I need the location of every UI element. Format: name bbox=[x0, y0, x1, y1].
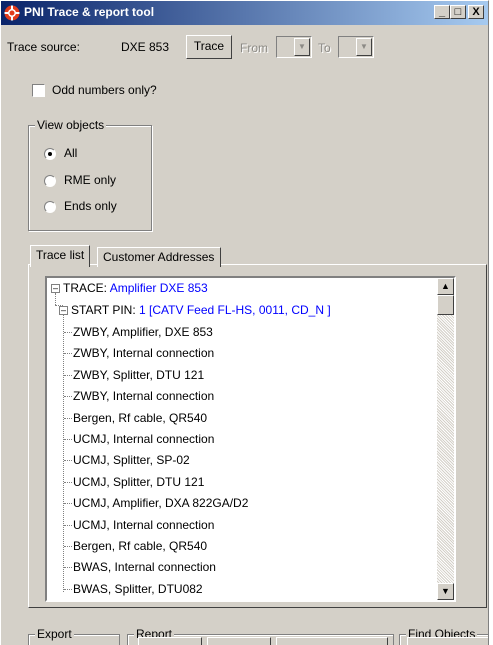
from-dropdown-icon[interactable]: ▼ bbox=[294, 38, 310, 56]
tab-customer-addresses[interactable]: Customer Addresses bbox=[97, 247, 221, 267]
trace-source-label: Trace source: bbox=[7, 40, 80, 54]
tree-root-prefix: TRACE: bbox=[63, 281, 108, 295]
title-bar[interactable]: PNI Trace & report tool _ □ X bbox=[1, 1, 488, 25]
tree-item[interactable]: UCMJ, Internal connection bbox=[73, 516, 214, 534]
tree-item[interactable]: UCMJ, Splitter, DTU 121 bbox=[73, 473, 204, 491]
tree-line bbox=[64, 332, 72, 333]
tree-line bbox=[64, 460, 72, 462]
tree-line bbox=[64, 524, 72, 526]
export-group: Export bbox=[28, 627, 120, 645]
from-select[interactable]: ▼ bbox=[276, 36, 312, 58]
radio-rme-only-label: RME only bbox=[64, 173, 117, 187]
radio-selected-dot-icon bbox=[48, 152, 52, 156]
tree-line bbox=[64, 503, 72, 505]
trace-source-value: DXE 853 bbox=[121, 40, 170, 54]
tree-line bbox=[64, 439, 72, 440]
tab-trace-list[interactable]: Trace list bbox=[30, 245, 91, 267]
tree-line bbox=[64, 546, 72, 547]
tree-start-pin-value: 1 [CATV Feed FL-HS, 0011, CD_N ] bbox=[139, 303, 331, 317]
tree-item[interactable]: ZWBY, Internal connection bbox=[73, 387, 214, 405]
scroll-thumb[interactable] bbox=[437, 295, 454, 315]
tree-item[interactable]: BWAS, Splitter, DTU082 bbox=[73, 580, 203, 598]
tree-item[interactable]: UCMJ, Splitter, SP-02 bbox=[73, 451, 190, 469]
tab-trace-list-label: Trace list bbox=[36, 248, 85, 262]
tree-line bbox=[63, 315, 64, 592]
maximize-button[interactable]: □ bbox=[450, 5, 466, 19]
tree-item[interactable]: UCMJ, Amplifier, DXA 822GA/D2 bbox=[73, 494, 248, 512]
minimize-button[interactable]: _ bbox=[434, 5, 450, 19]
tree-line bbox=[64, 353, 72, 355]
tree-item[interactable]: Bergen, Rf cable, QR540 bbox=[73, 537, 207, 555]
view-objects-title: View objects bbox=[35, 118, 107, 132]
scroll-down-icon[interactable]: ▼ bbox=[437, 583, 454, 600]
maximize-icon: □ bbox=[454, 6, 462, 18]
trace-button[interactable]: Trace bbox=[186, 35, 232, 59]
tree-root[interactable]: TRACE: Amplifier DXE 853 bbox=[63, 279, 208, 297]
to-label: To bbox=[318, 41, 331, 55]
collapse-start-pin-icon[interactable]: – bbox=[59, 306, 68, 315]
tree-item[interactable]: BWAS, Internal connection bbox=[73, 558, 216, 576]
radio-ends-only-label: Ends only bbox=[64, 199, 117, 213]
radio-rme-only[interactable] bbox=[44, 175, 56, 187]
export-title: Export bbox=[35, 627, 74, 641]
tree-start-pin[interactable]: START PIN: 1 [CATV Feed FL-HS, 0011, CD_… bbox=[71, 301, 331, 319]
tree-item[interactable]: UCMJ, Internal connection bbox=[73, 430, 214, 448]
tree-line bbox=[55, 293, 56, 305]
odd-numbers-label: Odd numbers only? bbox=[52, 83, 157, 97]
tree-line bbox=[64, 417, 72, 419]
trace-button-label: Trace bbox=[193, 39, 225, 53]
tree-item[interactable]: Bergen, Rf cable, QR540 bbox=[73, 409, 207, 427]
tree-item[interactable]: ZWBY, Internal connection bbox=[73, 344, 214, 362]
radio-all-label: All bbox=[64, 146, 78, 160]
to-dropdown-icon[interactable]: ▼ bbox=[356, 38, 372, 56]
collapse-root-icon[interactable]: – bbox=[51, 284, 60, 293]
window-title: PNI Trace & report tool bbox=[24, 5, 155, 19]
odd-numbers-checkbox[interactable] bbox=[32, 84, 45, 97]
minimize-icon: _ bbox=[438, 6, 446, 18]
scroll-up-icon[interactable]: ▲ bbox=[437, 278, 454, 295]
tab-customer-addresses-label: Customer Addresses bbox=[103, 250, 215, 264]
tree-item[interactable]: ZWBY, Splitter, DTU 121 bbox=[73, 366, 204, 384]
tree-scrollbar[interactable]: ▲ ▼ bbox=[437, 278, 454, 600]
close-icon: X bbox=[472, 6, 480, 18]
app-logo-icon bbox=[4, 5, 20, 21]
radio-ends-only[interactable] bbox=[44, 201, 56, 213]
tree-line bbox=[64, 396, 72, 398]
radio-all[interactable] bbox=[44, 148, 56, 160]
tree-item[interactable]: ZWBY, Amplifier, DXE 853 bbox=[73, 323, 213, 341]
tree-line bbox=[64, 588, 72, 590]
tree-start-pin-prefix: START PIN: bbox=[71, 303, 136, 317]
app-window: PNI Trace & report tool _ □ X Trace sour… bbox=[0, 0, 489, 645]
from-label: From bbox=[240, 41, 268, 55]
to-select[interactable]: ▼ bbox=[338, 36, 374, 58]
tree-line bbox=[64, 374, 72, 376]
tree-line bbox=[64, 567, 72, 569]
tree-root-value: Amplifier DXE 853 bbox=[109, 281, 208, 295]
tree-line bbox=[64, 481, 72, 483]
close-button[interactable]: X bbox=[468, 5, 484, 19]
